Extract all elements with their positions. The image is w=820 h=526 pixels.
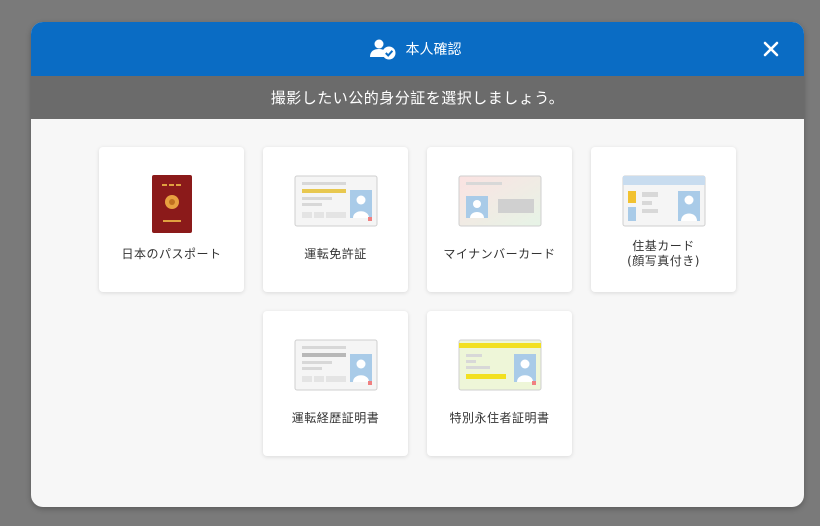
my-number-card-icon [427,175,572,231]
dialog-header: 本人確認 [31,22,804,76]
close-button[interactable] [760,38,782,60]
document-card-resident-card[interactable]: 住基カード (顔写真付き) [591,147,736,292]
header-title-group: 本人確認 [368,38,462,60]
document-label: マイナンバーカード [443,247,556,261]
document-label-line2: (顔写真付き) [627,254,700,268]
passport-icon [99,175,244,233]
special-permanent-resident-certificate-icon [427,339,572,395]
resident-card-icon [591,175,736,231]
document-label: 運転免許証 [304,247,367,261]
drivers-license-icon [263,175,408,231]
driving-history-certificate-icon [263,339,408,395]
document-card-passport[interactable]: 日本のパスポート [99,147,244,292]
document-card-my-number[interactable]: マイナンバーカード [427,147,572,292]
instruction-text: 撮影したい公的身分証を選択しましょう。 [270,89,565,107]
document-label: 特別永住者証明書 [449,411,550,425]
document-label: 日本のパスポート [121,247,222,261]
document-label: 住基カード (顔写真付き) [591,239,736,269]
id-selection-dialog: 本人確認 撮影したい公的身分証を選択しましょう。 日本のパスポート 運転免許証 … [31,22,804,507]
user-check-icon [368,38,398,60]
document-label-line1: 住基カード [632,239,695,253]
document-card-drivers-license[interactable]: 運転免許証 [263,147,408,292]
document-card-special-permanent-resident[interactable]: 特別永住者証明書 [427,311,572,456]
document-label: 運転経歴証明書 [291,411,380,425]
dialog-title: 本人確認 [405,42,462,58]
instruction-bar: 撮影したい公的身分証を選択しましょう。 [31,76,804,119]
document-card-driving-history[interactable]: 運転経歴証明書 [263,311,408,456]
close-icon[interactable] [763,41,779,57]
